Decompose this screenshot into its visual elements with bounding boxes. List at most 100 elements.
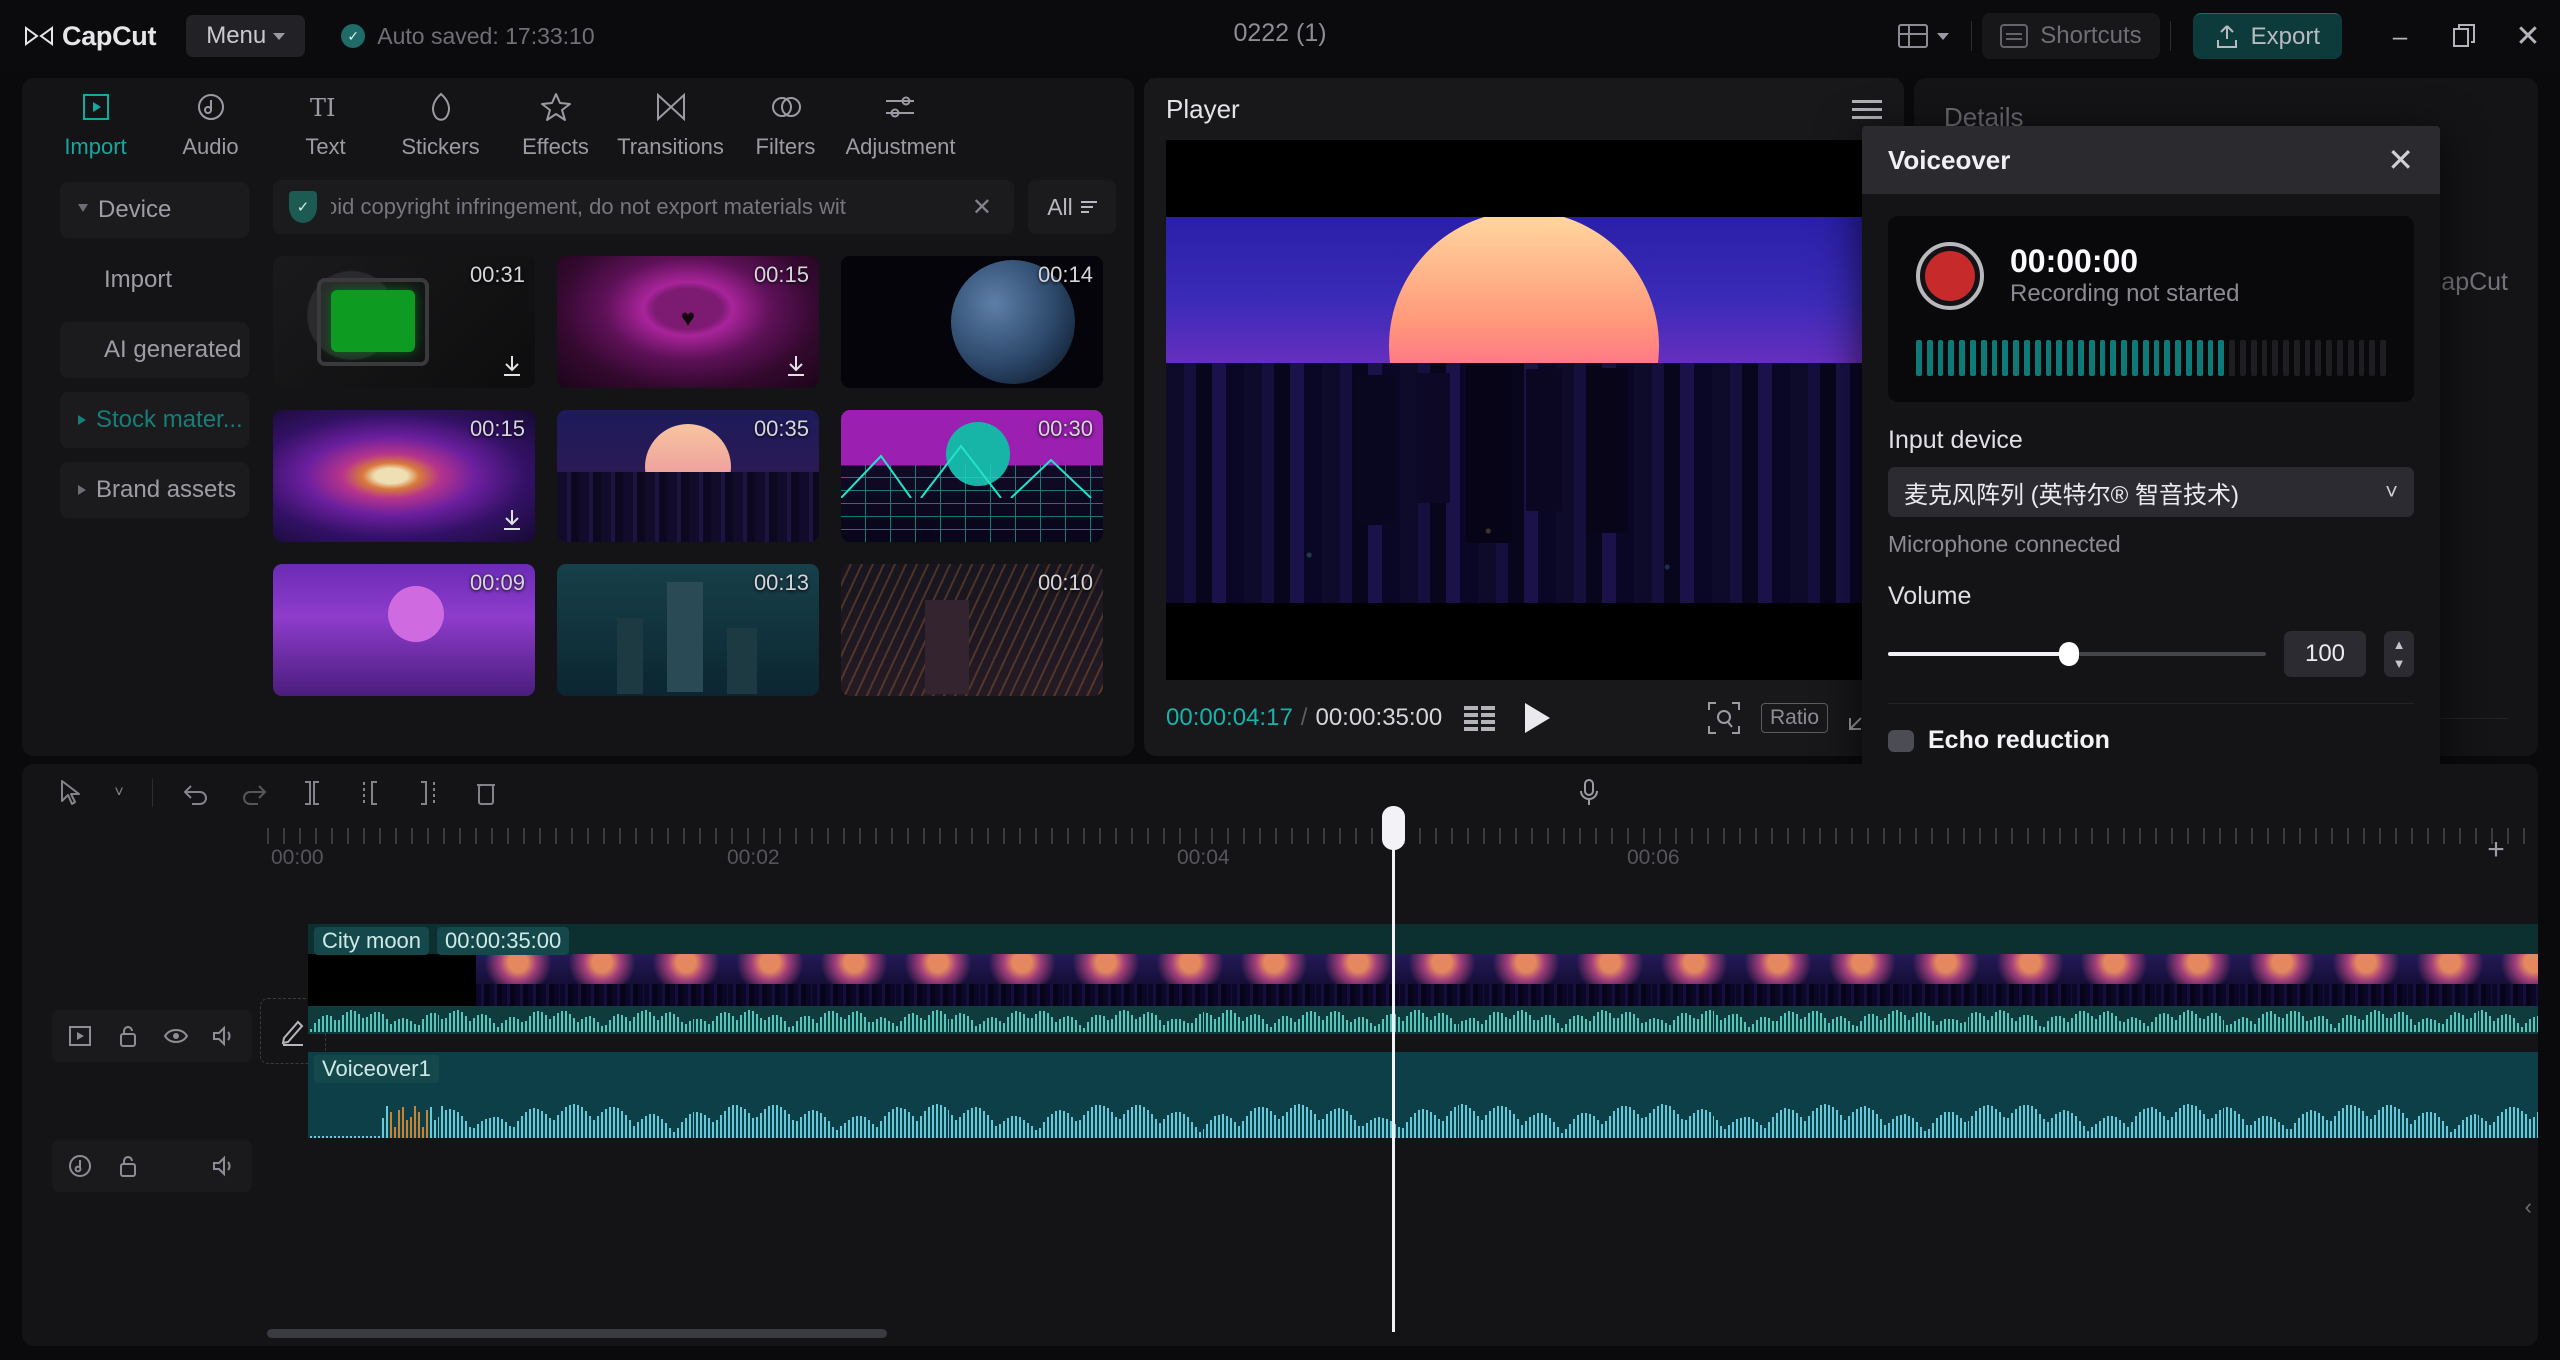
meter-bar (2218, 340, 2225, 376)
close-button[interactable]: ✕ (2496, 0, 2560, 72)
timeline-clip-audio[interactable]: Voiceover1 (308, 1052, 2538, 1138)
video-track-icon[interactable] (62, 1018, 98, 1054)
sidebar-item-import[interactable]: Import (60, 252, 249, 308)
filmstrip-frame (2324, 954, 2408, 1006)
meter-bar (2131, 340, 2138, 376)
audio-track-header (52, 1140, 252, 1192)
minimize-button[interactable]: – (2368, 0, 2432, 72)
volume-icon[interactable] (206, 1148, 242, 1184)
stepper-up-icon[interactable]: ▲ (2393, 637, 2406, 652)
meter-bar (2369, 340, 2376, 376)
player-stage (1166, 140, 1882, 680)
tab-effects[interactable]: Effects (498, 78, 613, 160)
chevron-right-icon (78, 485, 86, 495)
delete-icon[interactable] (459, 771, 513, 815)
sidebar-item-stock-materials[interactable]: Stock mater... (60, 392, 249, 448)
input-device-select[interactable]: 麦克风阵列 (英特尔® 智音技术) ˅ (1888, 467, 2414, 517)
frame-list-icon[interactable] (1464, 705, 1496, 731)
trim-right-icon[interactable] (401, 771, 455, 815)
layout-switch-button[interactable] (1886, 24, 1961, 48)
playhead[interactable] (1382, 806, 1405, 1332)
tab-audio[interactable]: Audio (153, 78, 268, 160)
echo-reduction-toggle[interactable] (1888, 729, 1914, 752)
menu-button[interactable]: Menu (186, 15, 306, 57)
meter-bar (2239, 340, 2246, 376)
media-grid: 00:31 ♥ 00:15 00:14 00:15 00:35 00:30 00… (273, 256, 1116, 696)
media-item[interactable]: 00:30 (841, 410, 1103, 542)
player-menu-icon[interactable] (1852, 99, 1882, 119)
meter-bar (2099, 340, 2106, 376)
download-icon[interactable] (501, 354, 523, 378)
lock-icon[interactable] (110, 1148, 146, 1184)
mic-status-text: Microphone connected (1888, 531, 2121, 557)
filmstrip-frame (1316, 954, 1400, 1006)
shortcuts-button[interactable]: Shortcuts (1982, 13, 2160, 59)
meter-bar (2380, 340, 2387, 376)
sidebar-item-brand-assets[interactable]: Brand assets (60, 462, 249, 518)
audio-track-icon[interactable] (62, 1148, 98, 1184)
meter-bar (1959, 340, 1965, 376)
filter-all-button[interactable]: All (1028, 180, 1116, 234)
redo-icon[interactable] (227, 771, 281, 815)
trim-left-icon[interactable] (343, 771, 397, 815)
svg-text:TI: TI (310, 94, 336, 122)
filters-icon (770, 88, 802, 126)
media-duration: 00:35 (753, 416, 809, 441)
stepper-down-icon[interactable]: ▼ (2393, 656, 2406, 671)
record-button[interactable] (1916, 242, 1984, 310)
keyboard-icon (2000, 24, 2029, 48)
filmstrip-frame (1064, 954, 1148, 1006)
tab-label: Stickers (401, 134, 480, 159)
filmstrip-frame (1148, 954, 1232, 1006)
tab-filters[interactable]: Filters (728, 78, 843, 160)
select-tool-dropdown-icon[interactable]: ˅ (102, 771, 136, 815)
export-button[interactable]: Export (2192, 13, 2342, 59)
playhead-handle[interactable] (1382, 806, 1405, 850)
meter-bar (2142, 340, 2149, 376)
media-item[interactable]: 00:10 (841, 564, 1103, 696)
panel-collapse-icon[interactable]: ‹ (2525, 1194, 2532, 1220)
meter-bar (2358, 340, 2365, 376)
slider-knob[interactable] (2059, 642, 2080, 666)
timeline-horizontal-scrollbar[interactable] (267, 1329, 887, 1338)
split-icon[interactable] (285, 771, 339, 815)
media-item[interactable]: 00:35 (557, 410, 819, 542)
voiceover-title: Voiceover (1888, 144, 2011, 175)
ratio-button[interactable]: Ratio (1760, 703, 1828, 733)
select-tool-icon[interactable] (44, 771, 98, 815)
volume-stepper[interactable]: ▲ ▼ (2384, 631, 2414, 677)
restore-icon (2453, 24, 2475, 47)
volume-icon[interactable] (206, 1018, 242, 1054)
sidebar-item-ai-generated[interactable]: AI generated (60, 322, 249, 378)
tab-adjustment[interactable]: Adjustment (843, 78, 958, 160)
tab-text[interactable]: TI Text (268, 78, 383, 160)
volume-slider[interactable] (1888, 642, 2266, 666)
tab-import[interactable]: Import (38, 78, 153, 160)
tab-stickers[interactable]: Stickers (383, 78, 498, 160)
media-item[interactable]: 00:13 (557, 564, 819, 696)
play-button[interactable] (1525, 703, 1551, 733)
media-item[interactable]: 00:14 (841, 256, 1103, 388)
lock-icon[interactable] (110, 1018, 146, 1054)
media-duration: 00:10 (1037, 570, 1093, 595)
undo-icon[interactable] (169, 771, 223, 815)
meter-bar (2283, 340, 2289, 376)
media-item[interactable]: 00:15 (273, 410, 535, 542)
add-track-button[interactable]: + (2476, 830, 2516, 870)
close-icon[interactable]: ✕ (2387, 144, 2414, 176)
media-item[interactable]: ♥ 00:15 (557, 256, 819, 388)
download-icon[interactable] (501, 508, 523, 532)
sidebar-item-device[interactable]: Device (60, 182, 249, 238)
close-icon[interactable]: ✕ (966, 193, 998, 222)
current-timecode: 00:00:04:17 (1166, 704, 1293, 731)
media-item[interactable]: 00:09 (273, 564, 535, 696)
tab-transitions[interactable]: Transitions (613, 78, 728, 160)
media-item[interactable]: 00:31 (273, 256, 535, 388)
timeline-clip-video[interactable]: City moon 00:00:35:00 (308, 924, 2538, 1034)
volume-input[interactable]: 100 (2284, 631, 2366, 677)
voiceover-mic-icon[interactable] (1562, 771, 1616, 815)
download-icon[interactable] (785, 354, 807, 378)
maximize-button[interactable] (2432, 0, 2496, 72)
eye-icon[interactable] (158, 1018, 194, 1054)
zoom-fit-icon[interactable] (1707, 701, 1741, 735)
